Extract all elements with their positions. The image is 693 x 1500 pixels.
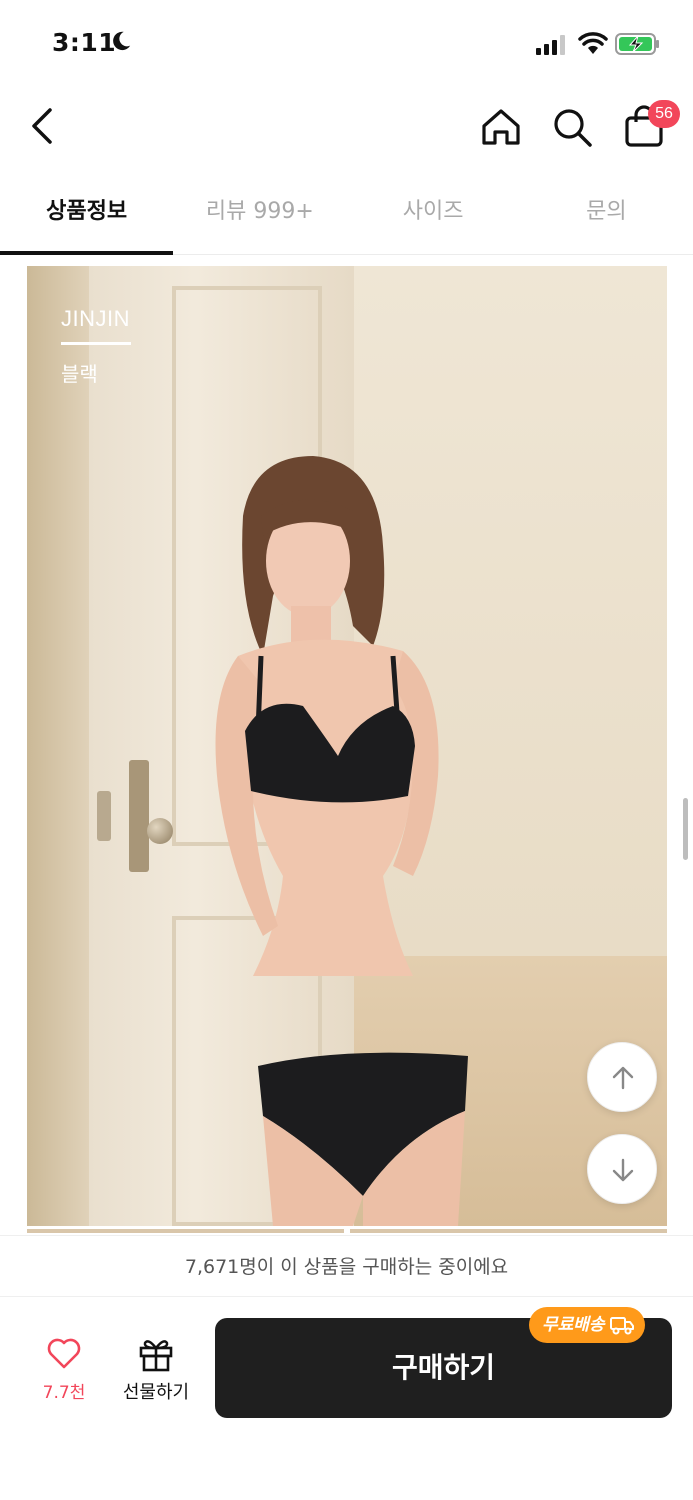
arrow-up-icon [612,1066,634,1090]
gift-label: 선물하기 [122,1382,190,1403]
home-icon[interactable] [480,106,522,148]
tab-product-info[interactable]: 상품정보 [0,165,174,255]
bottom-action-bar: 7.7천 선물하기 구매하기 무료배송 [0,1298,693,1500]
buying-now-banner: 7,671명이 이 상품을 구매하는 중이에요 [0,1235,693,1297]
battery-charging-icon [615,33,659,55]
photo-door-hinge [97,791,111,841]
scroll-up-button[interactable] [587,1042,657,1112]
status-time: 3:11 [52,28,117,57]
product-tabs: 상품정보 리뷰 999+ 사이즈 문의 [0,165,693,255]
tab-size[interactable]: 사이즈 [347,165,520,254]
tab-reviews[interactable]: 리뷰 999+ [173,165,346,254]
model-figure [215,456,468,1226]
arrow-down-icon [612,1158,634,1182]
moon-icon [113,31,131,51]
truck-icon [609,1317,634,1335]
free-shipping-label: 무료배송 [542,1315,605,1335]
tab-inquiry[interactable]: 문의 [520,165,693,254]
color-label: 블랙 [61,362,98,386]
search-icon[interactable] [551,106,593,148]
like-button[interactable]: 7.7천 [30,1338,98,1403]
brand-label: JINJIN [61,306,130,331]
gift-icon [139,1340,173,1372]
free-shipping-badge: 무료배송 [529,1307,645,1343]
photo-door-frame [27,266,92,1226]
photo-door-knob [147,818,173,844]
top-nav-bar: 56 [0,90,693,165]
image-strip [27,1229,667,1233]
scroll-down-button[interactable] [587,1134,657,1204]
signal-icon [536,35,565,55]
scrollbar[interactable] [683,798,688,860]
status-bar: 3:11 [0,0,693,90]
cart-count-badge: 56 [648,100,680,128]
like-count: 7.7천 [42,1383,86,1403]
photo-door-lock [129,760,149,872]
brand-underline [61,342,131,345]
product-image: JINJIN 블랙 [27,266,667,1226]
back-arrow-icon[interactable] [26,104,60,148]
wifi-icon [578,32,608,54]
gift-button[interactable]: 선물하기 [114,1336,198,1404]
heart-icon [47,1338,81,1369]
